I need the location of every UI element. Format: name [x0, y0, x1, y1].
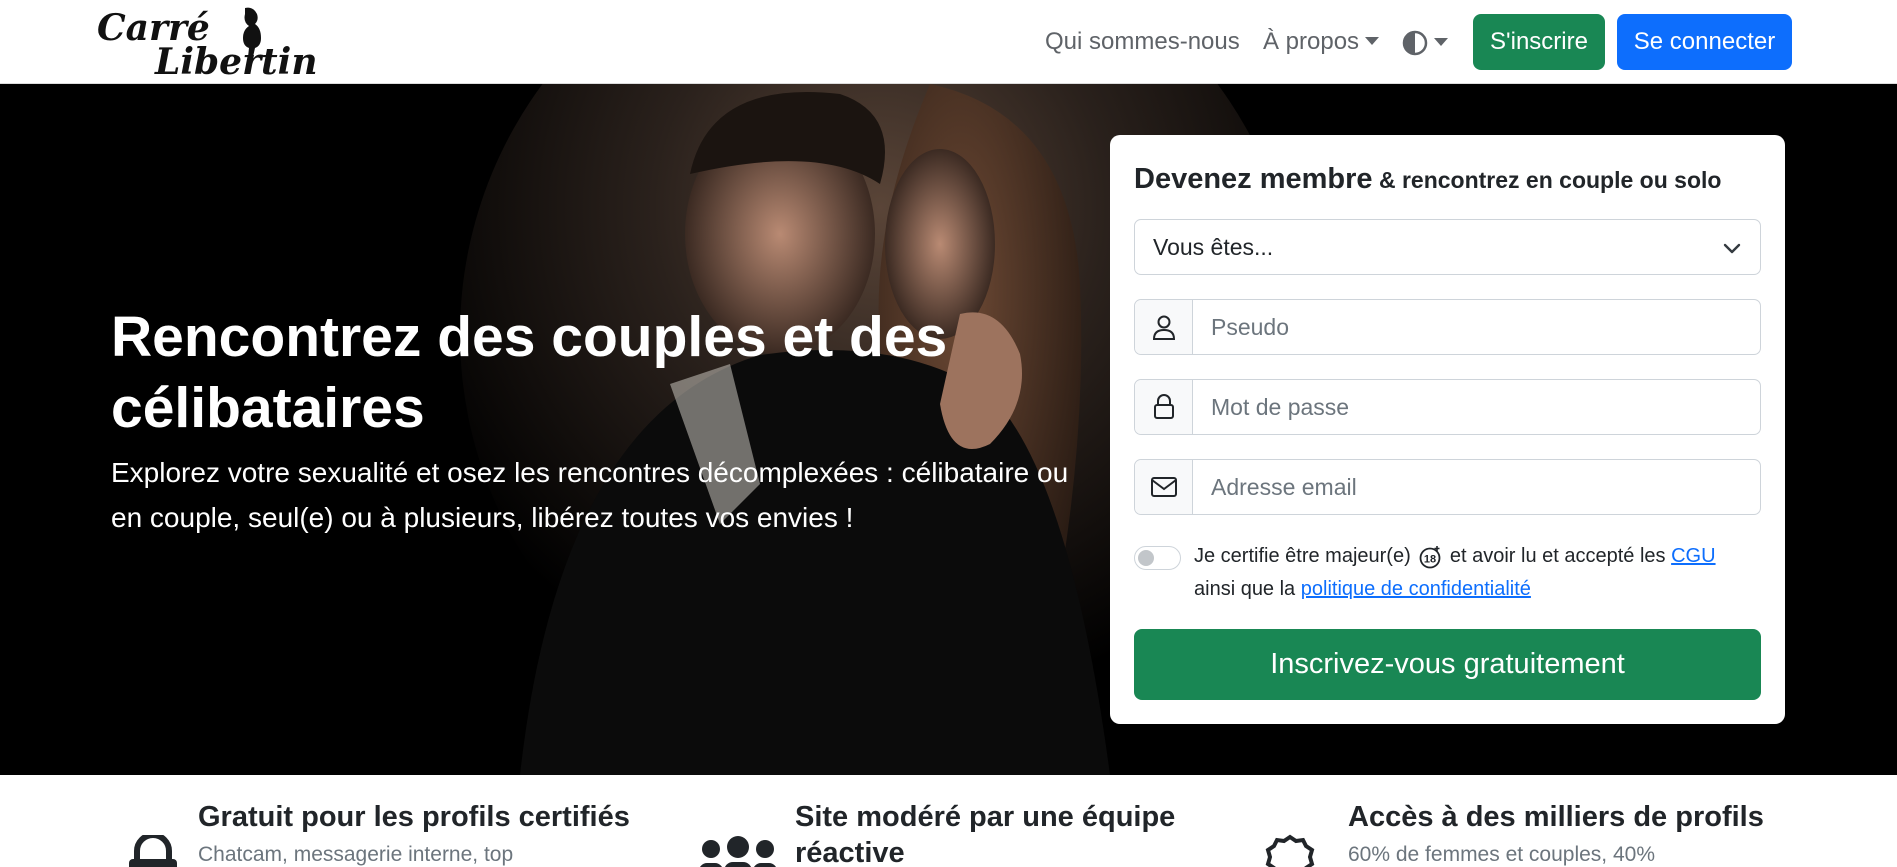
age-18-plus-icon: 18	[1419, 545, 1441, 569]
caret-down-icon	[1434, 37, 1448, 46]
feature-desc-profiles: 60% de femmes et couples, 40%	[1348, 843, 1656, 866]
cgu-link[interactable]: CGU	[1671, 545, 1715, 567]
hero-section: Rencontrez des couples et des célibatair…	[0, 84, 1897, 775]
feature-title-moderated-line2: réactive	[795, 837, 905, 867]
profile-type-select[interactable]: Vous êtes...	[1134, 219, 1761, 275]
privacy-policy-link[interactable]: politique de confidentialité	[1301, 578, 1531, 600]
nav-about-label: À propos	[1263, 28, 1360, 55]
lock-icon	[1135, 380, 1193, 434]
password-input[interactable]	[1193, 380, 1760, 434]
register-free-button[interactable]: Inscrivez-vous gratuitement	[1134, 629, 1761, 700]
consent-part2: et avoir lu et accepté les	[1444, 545, 1672, 567]
hero-subtitle: Explorez votre sexualité et osez les ren…	[111, 457, 1069, 533]
nav-link-qui-sommes-nous[interactable]: Qui sommes-nous	[1045, 28, 1240, 56]
consent-part3: ainsi que la	[1194, 578, 1301, 600]
consent-part1: Je certifie être majeur(e)	[1194, 545, 1411, 567]
svg-text:18: 18	[1424, 553, 1436, 565]
form-title-main: Devenez membre	[1134, 163, 1373, 195]
chevron-down-icon	[1723, 243, 1741, 254]
pseudo-input-group	[1134, 299, 1761, 355]
email-input[interactable]	[1193, 460, 1760, 514]
theme-toggle-dropdown[interactable]	[1402, 30, 1448, 56]
email-input-group	[1134, 459, 1761, 515]
hero-title: Rencontrez des couples et des célibatair…	[111, 305, 948, 440]
badge-check-icon	[1265, 834, 1315, 867]
form-title: Devenez membre & rencontrez en couple ou…	[1134, 163, 1721, 196]
feature-title-moderated-line1: Site modéré par une équipe	[795, 801, 1176, 833]
signup-button[interactable]: S'inscrire	[1473, 14, 1605, 70]
password-input-group	[1134, 379, 1761, 435]
form-title-rest: & rencontrez en couple ou solo	[1372, 167, 1722, 193]
signup-form-card: Devenez membre & rencontrez en couple ou…	[1110, 135, 1785, 724]
feature-title-profiles: Accès à des milliers de profils	[1348, 801, 1764, 833]
profile-type-value: Vous êtes...	[1153, 233, 1274, 260]
nav-dropdown-a-propos[interactable]: À propos	[1263, 28, 1380, 56]
navbar: Carré Libertin Qui sommes-nous À propos …	[0, 0, 1897, 84]
team-icon	[700, 836, 776, 867]
pseudo-input[interactable]	[1193, 300, 1760, 354]
logo-text-line2: Libertin	[154, 41, 318, 80]
caret-down-icon	[1365, 37, 1380, 46]
lock-icon	[129, 835, 177, 867]
user-icon	[1135, 300, 1193, 354]
consent-toggle-switch[interactable]	[1134, 546, 1181, 570]
login-button[interactable]: Se connecter	[1617, 14, 1792, 70]
site-logo[interactable]: Carré Libertin	[95, 4, 320, 83]
consent-text: Je certifie être majeur(e) 18 et avoir l…	[1194, 540, 1761, 606]
contrast-icon	[1402, 30, 1428, 56]
feature-desc-free: Chatcam, messagerie interne, top	[198, 843, 514, 866]
envelope-icon	[1135, 460, 1193, 514]
feature-title-free: Gratuit pour les profils certifiés	[198, 801, 630, 833]
features-strip: Gratuit pour les profils certifiés Chatc…	[0, 775, 1897, 867]
